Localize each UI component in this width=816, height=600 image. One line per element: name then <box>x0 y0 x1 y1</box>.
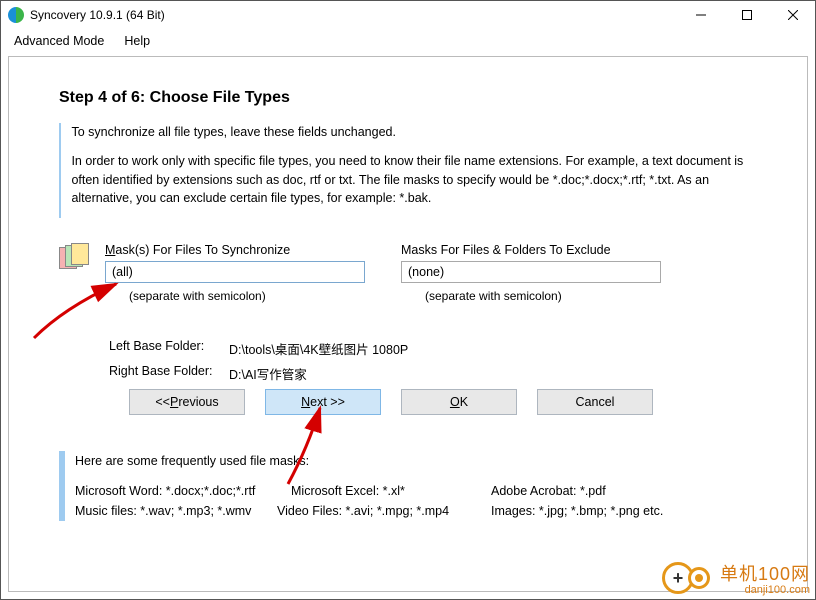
footer-examples-row2: Music files: *.wav; *.mp3; *.wmvVideo Fi… <box>75 501 663 521</box>
left-folder-label: Left Base Folder: <box>109 339 229 358</box>
exclude-mask-input[interactable] <box>401 261 661 283</box>
previous-button[interactable]: << Previous <box>129 389 245 415</box>
footer-examples-row1: Microsoft Word: *.docx;*.doc;*.rtfMicros… <box>75 481 663 501</box>
sync-mask-input[interactable] <box>105 261 365 283</box>
footer-intro: Here are some frequently used file masks… <box>75 451 663 471</box>
footer-accent-bar <box>59 451 65 521</box>
exclude-mask-hint: (separate with semicolon) <box>425 289 661 303</box>
watermark: + 单机100网 danji100.com <box>662 560 810 596</box>
left-folder-value: D:\tools\桌面\4K壁纸图片 1080P <box>229 339 408 358</box>
exclude-mask-column: Masks For Files & Folders To Exclude (se… <box>401 243 661 303</box>
ok-button[interactable]: OK <box>401 389 517 415</box>
next-button[interactable]: Next >> <box>265 389 381 415</box>
footer-box: Here are some frequently used file masks… <box>59 451 759 521</box>
info-paragraph-1: To synchronize all file types, leave the… <box>71 123 759 142</box>
sync-mask-column: Mask(s) For Files To Synchronize (separa… <box>105 243 365 303</box>
wizard-buttons: << Previous Next >> OK Cancel <box>129 389 653 415</box>
info-paragraph-2: In order to work only with specific file… <box>71 152 759 208</box>
info-accent-bar <box>59 123 61 218</box>
base-folders: Left Base Folder: D:\tools\桌面\4K壁纸图片 108… <box>109 339 408 389</box>
right-folder-value: D:\AI写作管家 <box>229 364 307 383</box>
sync-mask-hint: (separate with semicolon) <box>129 289 365 303</box>
exclude-mask-label: Masks For Files & Folders To Exclude <box>401 243 661 257</box>
wizard-panel: Step 4 of 6: Choose File Types To synchr… <box>8 56 808 592</box>
file-types-icon <box>59 243 91 275</box>
step-title: Step 4 of 6: Choose File Types <box>59 89 290 107</box>
info-box: To synchronize all file types, leave the… <box>59 123 759 218</box>
masks-section: Mask(s) For Files To Synchronize (separa… <box>59 243 661 303</box>
right-folder-label: Right Base Folder: <box>109 364 229 383</box>
sync-mask-label: Mask(s) For Files To Synchronize <box>105 243 365 257</box>
watermark-logo-icon: + <box>662 561 714 595</box>
cancel-button[interactable]: Cancel <box>537 389 653 415</box>
watermark-text: 单机100网 <box>720 560 810 586</box>
